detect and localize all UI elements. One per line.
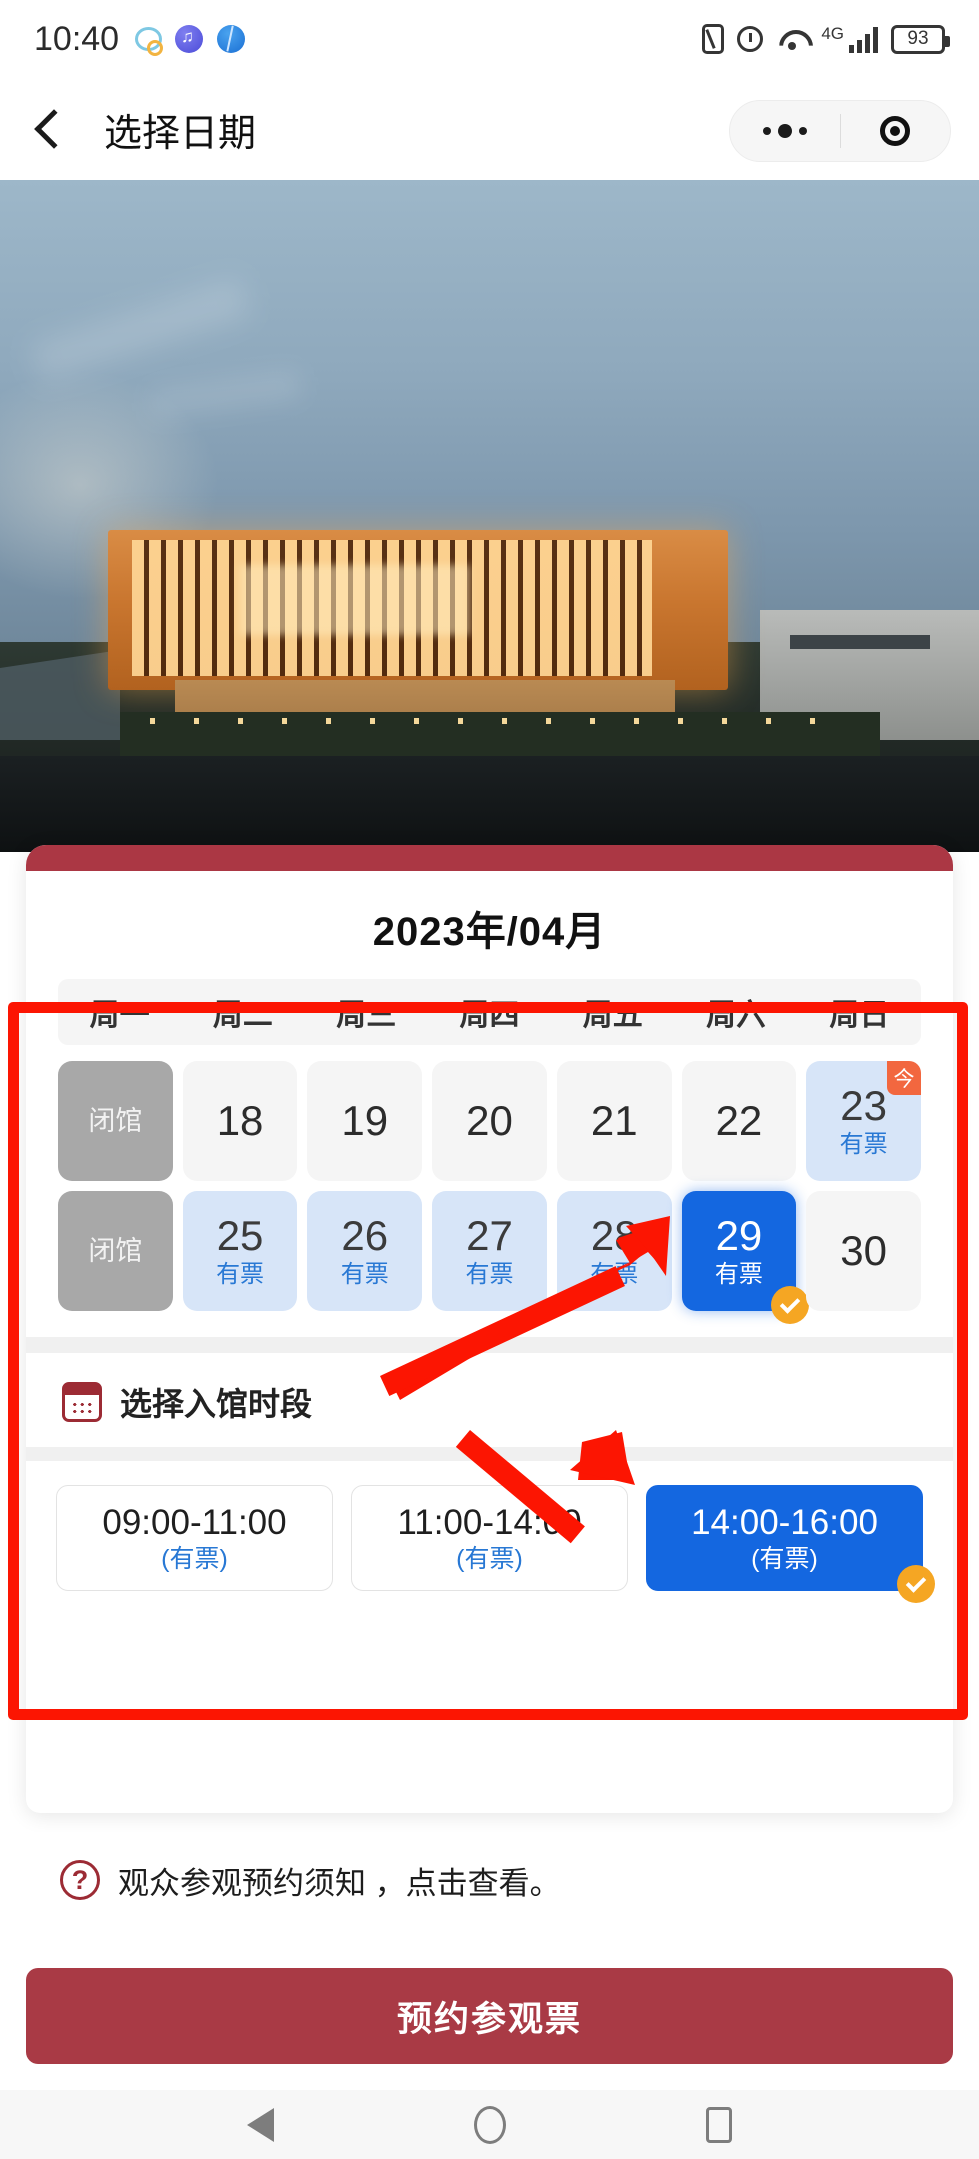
weekday-fri: 周五 xyxy=(582,999,643,1032)
network-type-label: 4G xyxy=(821,24,844,43)
weekday-header: 周一 周二 周三 周四 周五 周六 周日 xyxy=(58,979,921,1045)
section-divider xyxy=(26,1337,953,1353)
day-ticket-status: 有票 xyxy=(216,1261,265,1288)
book-ticket-button[interactable]: 预约参观票 xyxy=(26,1968,953,2064)
day-ticket-status: 有票 xyxy=(340,1261,389,1288)
calendar-day-23[interactable]: 23 有票 今 xyxy=(806,1061,921,1181)
calendar-day-闭馆: 闭馆 xyxy=(58,1191,173,1311)
timeslot-range: 09:00-11:00 xyxy=(102,1502,287,1542)
visitor-notice-row[interactable]: ? 观众参观预约须知 ，点击查看。 xyxy=(26,1832,953,1928)
weekday-thu: 周四 xyxy=(459,999,520,1032)
timeslot-option[interactable]: 11:00-14:00 (有票) xyxy=(351,1485,628,1591)
card-top-accent-bar xyxy=(26,845,953,871)
status-bar-left: 10:40 xyxy=(34,19,246,59)
timeslot-title: 选择入馆时段 xyxy=(120,1386,313,1422)
day-number: 25 xyxy=(216,1212,264,1259)
calendar-day-18[interactable]: 18 xyxy=(182,1061,298,1181)
path-lights xyxy=(150,718,850,724)
day-number: 闭馆 xyxy=(88,1235,143,1266)
calendar-day-29[interactable]: 29 有票 xyxy=(681,1191,810,1324)
day-number: 28 xyxy=(590,1212,638,1259)
timeslot-status: (有票) xyxy=(161,1544,228,1573)
weekday-tue: 周二 xyxy=(212,999,273,1032)
calendar-day-28[interactable]: 28 有票 xyxy=(556,1191,672,1311)
alarm-icon xyxy=(737,26,764,52)
nfc-icon xyxy=(702,24,725,54)
weekday-sun: 周日 xyxy=(829,999,890,1032)
calendar-day-21[interactable]: 21 xyxy=(556,1061,672,1181)
section-divider xyxy=(26,1447,953,1461)
hero-image xyxy=(0,180,979,852)
booking-card: 2023年/04月 周一 周二 周三 周四 周五 周六 周日 闭馆 18 19 20 2… xyxy=(26,845,953,1813)
chat-icon xyxy=(133,25,164,56)
timeslot-header: 选择入馆时段 xyxy=(26,1353,953,1447)
triangle-back-icon[interactable] xyxy=(247,2107,274,2142)
status-bar: 10:40 4G 93 xyxy=(0,0,979,78)
more-dots-icon[interactable] xyxy=(730,124,840,138)
day-number: 21 xyxy=(590,1097,638,1144)
circle-home-icon[interactable] xyxy=(474,2105,506,2144)
timeslot-status: (有票) xyxy=(751,1544,818,1573)
footer-bar: 预约参观票 xyxy=(0,1940,979,2090)
timeslot-list: 09:00-11:00 (有票) 11:00-14:00 (有票) 14:00-16:0… xyxy=(26,1461,953,1621)
calendar-day-22[interactable]: 22 xyxy=(681,1061,797,1181)
battery-icon: 93 xyxy=(891,24,950,54)
day-number: 闭馆 xyxy=(88,1105,143,1136)
selected-check-icon xyxy=(897,1565,935,1603)
day-ticket-status: 有票 xyxy=(714,1261,763,1288)
timeslot-option[interactable]: 14:00-16:00 (有票) xyxy=(646,1485,935,1603)
calendar-day-闭馆: 闭馆 xyxy=(58,1061,173,1181)
calendar-day-grid: 闭馆 18 19 20 21 22 23 有票今闭馆 25 有票 26 有票 27 有票 28 有票 29 有票 3… xyxy=(58,1061,921,1324)
calendar-day-25[interactable]: 25 有票 xyxy=(182,1191,298,1311)
timeslot-range: 11:00-14:00 xyxy=(397,1502,582,1542)
weekday-sat: 周六 xyxy=(706,999,767,1032)
square-recents-icon[interactable] xyxy=(706,2106,732,2143)
calendar-month-title: 2023年/04月 xyxy=(372,910,607,954)
day-number: 27 xyxy=(466,1212,513,1259)
calendar-day-19[interactable]: 19 xyxy=(307,1061,423,1181)
side-building-window xyxy=(790,635,930,649)
day-number: 30 xyxy=(840,1227,887,1274)
calendar-icon xyxy=(62,1382,102,1422)
nav-bar: 选择日期 xyxy=(0,78,979,180)
day-ticket-status: 有票 xyxy=(839,1131,888,1158)
day-ticket-status: 有票 xyxy=(590,1261,639,1288)
miniprogram-capsule xyxy=(729,100,951,162)
weekday-mon: 周一 xyxy=(89,999,150,1032)
day-number: 29 xyxy=(715,1212,763,1259)
page-title: 选择日期 xyxy=(104,112,257,155)
signal-bars-icon xyxy=(849,26,878,53)
music-icon xyxy=(175,25,204,53)
calendar-day-20[interactable]: 20 xyxy=(432,1061,547,1181)
status-bar-right: 4G 93 xyxy=(702,24,950,54)
day-number: 22 xyxy=(715,1097,763,1144)
browser-icon xyxy=(217,25,246,53)
day-ticket-status: 有票 xyxy=(465,1261,514,1288)
timeslot-range: 14:00-16:00 xyxy=(691,1502,878,1542)
museum-interior-glow xyxy=(240,565,470,635)
phone-screen: 10:40 4G 93 选择日期 xyxy=(0,0,979,2159)
android-navigation-bar xyxy=(0,2090,979,2159)
plaza-foreground xyxy=(0,756,979,852)
calendar-day-27[interactable]: 27 有票 xyxy=(432,1191,547,1311)
timeslot-option[interactable]: 09:00-11:00 (有票) xyxy=(56,1485,333,1591)
calendar-day-30[interactable]: 30 xyxy=(806,1191,921,1311)
day-number: 20 xyxy=(466,1097,513,1144)
day-number: 26 xyxy=(341,1212,389,1259)
day-number: 23 xyxy=(840,1082,887,1129)
calendar-day-26[interactable]: 26 有票 xyxy=(307,1191,423,1311)
chevron-left-icon[interactable] xyxy=(34,109,74,149)
timeslot-status: (有票) xyxy=(456,1544,523,1573)
day-number: 19 xyxy=(341,1097,389,1144)
target-circle-icon[interactable] xyxy=(841,116,951,146)
weekday-wed: 周三 xyxy=(336,999,397,1032)
status-clock: 10:40 xyxy=(34,19,120,58)
question-circle-icon: ? xyxy=(60,1860,100,1900)
wifi-icon xyxy=(776,26,808,52)
selected-check-icon xyxy=(771,1286,810,1324)
today-badge: 今 xyxy=(887,1061,921,1095)
day-number: 18 xyxy=(216,1097,264,1144)
visitor-notice-text: 观众参观预约须知 ，点击查看。 xyxy=(118,1865,561,1901)
battery-level-label: 93 xyxy=(907,28,929,49)
